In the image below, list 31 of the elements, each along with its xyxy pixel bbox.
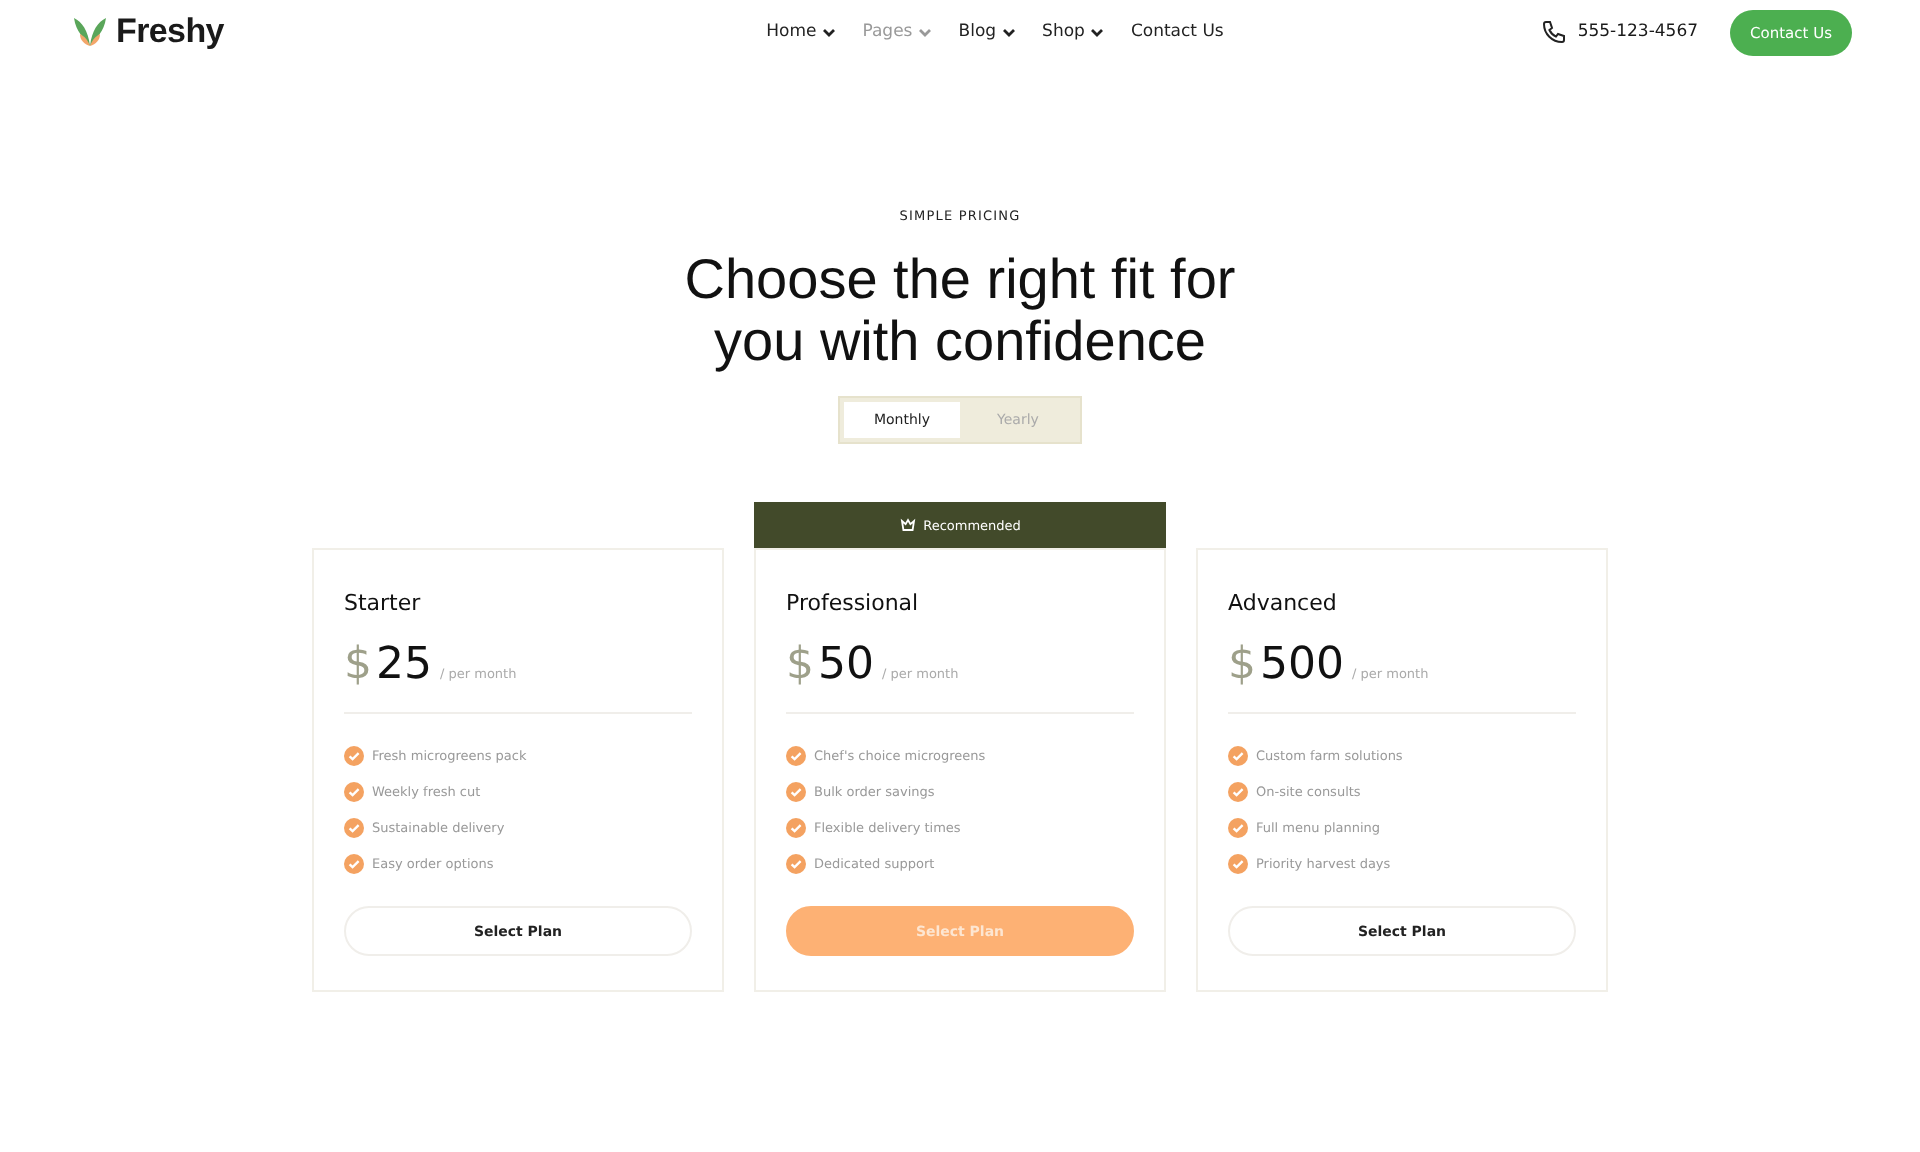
- nav-link[interactable]: Blog: [958, 22, 1017, 42]
- leaf-logo-icon: [70, 16, 110, 48]
- currency-sign: $: [1228, 640, 1256, 690]
- check-icon: [344, 746, 364, 766]
- nav-link[interactable]: Home: [766, 22, 837, 42]
- check-icon: [1228, 854, 1248, 874]
- currency-sign: $: [344, 640, 372, 690]
- check-icon: [786, 818, 806, 838]
- plan-name: Professional: [786, 590, 921, 616]
- section-heading: Choose the right fit for you with confidence: [682, 248, 1238, 372]
- check-icon: [344, 782, 364, 802]
- check-icon: [786, 782, 806, 802]
- nav-link[interactable]: Shop: [1042, 22, 1105, 42]
- price: 50: [818, 640, 874, 690]
- currency-sign: $: [786, 640, 814, 690]
- plan-name: Starter: [344, 590, 423, 616]
- phone-icon: [1541, 20, 1566, 44]
- phone-number: 555-123-4567: [1577, 22, 1699, 42]
- plan-name: Advanced: [1228, 590, 1339, 616]
- price: 500: [1260, 640, 1344, 690]
- check-icon: [344, 854, 364, 874]
- crown-icon: [899, 518, 916, 532]
- price: 25: [376, 640, 432, 690]
- check-icon: [786, 854, 806, 874]
- check-icon: [1228, 782, 1248, 802]
- check-icon: [344, 818, 364, 838]
- check-icon: [786, 746, 806, 766]
- check-icon: [1228, 746, 1248, 766]
- brand-name[interactable]: Freshy: [116, 12, 224, 52]
- nav-link[interactable]: Contact Us: [1130, 22, 1224, 42]
- check-icon: [1228, 818, 1248, 838]
